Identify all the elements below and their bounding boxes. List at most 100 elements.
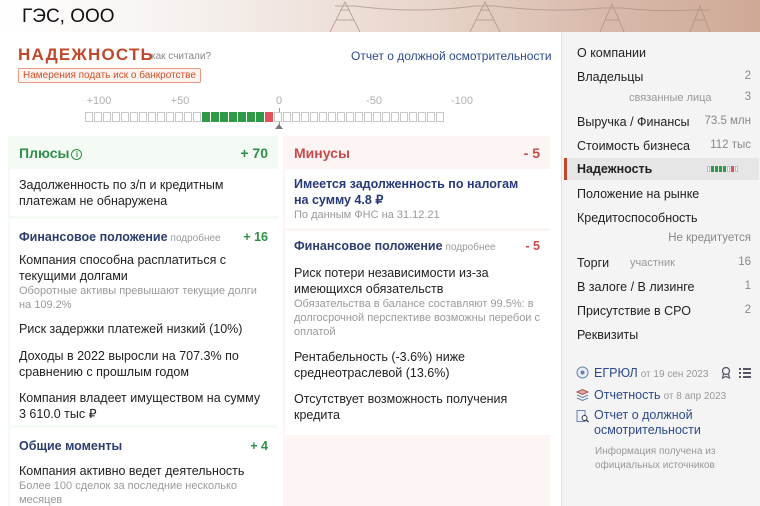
sidebar-item-owners[interactable]: Владельцы	[577, 70, 643, 84]
source-note: Информация получена из официальных источ…	[595, 446, 716, 471]
list-item: Рентабельность (-3.6%) ниже среднеотрасл…	[294, 350, 466, 380]
document-search-icon	[576, 410, 589, 423]
scale-segment	[328, 112, 336, 122]
tenders-role: участник	[630, 257, 675, 269]
list-item: Компания активно ведет деятельность Боле…	[19, 463, 264, 506]
sidebar-item-credit[interactable]: Кредитоспособность	[577, 211, 698, 225]
scale-segment	[220, 112, 228, 122]
item-text: Риск потери независимости из-за имеющихс…	[294, 266, 489, 296]
scale-segment	[409, 112, 417, 122]
sidebar-item-business-value[interactable]: Стоимость бизнеса	[577, 139, 690, 153]
scale-segment	[283, 112, 291, 122]
item-subtext: Более 100 сделок за последние несколько …	[19, 480, 238, 506]
cons-title: Минусы	[294, 145, 350, 161]
sidebar-item-revenue[interactable]: Выручка / Финансы	[577, 115, 690, 129]
main-content: НАДЕЖНОСТЬ как считали? Отчет о должной …	[0, 32, 561, 506]
pros-column: Плюсы i + 70 Задолженность по з/п и креди…	[8, 136, 278, 506]
scale-segment	[391, 112, 399, 122]
item-text: Компания активно ведет деятельность	[19, 464, 245, 478]
scale-segment	[139, 112, 147, 122]
cons-financial-score: - 5	[525, 239, 540, 253]
due-diligence-report-link[interactable]: Отчет о должной осмотрительности	[351, 49, 552, 63]
sidebar-item-requisites[interactable]: Реквизиты	[577, 328, 638, 342]
sidebar-item-reliability[interactable]: Надежность	[577, 162, 652, 176]
cons-score: - 5	[523, 145, 540, 161]
pros-financial-score: + 16	[243, 230, 268, 244]
scale-segment	[292, 112, 300, 122]
tenders-count: 16	[738, 256, 751, 268]
bankruptcy-intent-badge: Намерения подать иск о банкротстве	[18, 68, 201, 83]
owners-count: 2	[744, 70, 751, 82]
scale-segment	[418, 112, 426, 122]
list-icon[interactable]	[739, 367, 751, 378]
sidebar: О компании Владельцы 2 связанные лица 3 …	[561, 32, 760, 506]
list-item: Доходы в 2022 выросли на 707.3% по сравн…	[19, 349, 239, 379]
scale-segment	[94, 112, 102, 122]
scale-segment	[436, 112, 444, 122]
sidebar-item-sro[interactable]: Присутствие в СРО	[577, 304, 691, 318]
sidebar-item-tenders[interactable]: Торги	[577, 256, 609, 270]
how-calculated-link[interactable]: как считали?	[151, 51, 211, 62]
scale-segment	[202, 112, 210, 122]
scale-segment	[346, 112, 354, 122]
pros-financial-card: Финансовое положение подробнее + 16 Компа…	[10, 219, 278, 425]
scale-label-plus50: +50	[170, 95, 190, 107]
scale-segment	[238, 112, 246, 122]
scale-label-minus100: -100	[450, 95, 474, 107]
pros-general-title: Общие моменты	[19, 439, 123, 453]
scale-segment	[184, 112, 192, 122]
pros-score: + 70	[240, 145, 268, 161]
item-text: Компания способна расплатиться с текущим…	[19, 253, 227, 283]
award-icon[interactable]	[720, 366, 732, 379]
reports-link[interactable]: Отчетность от 8 апр 2023	[576, 388, 726, 402]
pros-top-card: Задолженность по з/п и кредитным платежа…	[10, 169, 278, 216]
scale-segment	[85, 112, 93, 122]
egrul-icon	[576, 366, 589, 379]
due-diligence-label: Отчет о должной осмотрительности	[594, 408, 701, 437]
egrul-date: от 19 сен 2023	[640, 369, 709, 380]
scale-segment	[319, 112, 327, 122]
scale-segment	[211, 112, 219, 122]
sidebar-item-related[interactable]: связанные лица	[629, 92, 712, 104]
reliability-title: НАДЕЖНОСТЬ	[18, 45, 154, 64]
scale-label-zero: 0	[275, 95, 283, 107]
sidebar-item-market[interactable]: Положение на рынке	[577, 187, 699, 201]
list-item: Риск потери независимости из-за имеющихс…	[294, 265, 542, 339]
info-icon[interactable]: i	[71, 149, 83, 160]
reports-stack-icon	[576, 388, 589, 401]
egrul-link[interactable]: ЕГРЮЛ от 19 сен 2023	[576, 366, 708, 380]
cons-column: Минусы - 5 Имеется задолженность по нало…	[283, 136, 550, 506]
list-item: Компания способна расплатиться с текущим…	[19, 252, 264, 312]
company-name: ГЭС, ООО	[22, 6, 115, 27]
item-subtext: По данным ФНС на 31.12.21	[294, 209, 440, 221]
cons-financial-title: Финансовое положение	[294, 239, 443, 253]
scale-segment	[148, 112, 156, 122]
pledge-count: 1	[744, 280, 751, 292]
scale-segment	[112, 112, 120, 122]
sidebar-item-about[interactable]: О компании	[577, 46, 646, 60]
item-subtext: Оборотные активы превышают текущие долги…	[19, 285, 257, 311]
scale-segment	[274, 112, 282, 122]
scale-segment	[166, 112, 174, 122]
pros-financial-more-link[interactable]: подробнее	[171, 233, 221, 244]
scale-segment	[193, 112, 201, 122]
tax-debt-link[interactable]: Имеется задолженность по налогам на сумм…	[294, 176, 534, 222]
list-item: Риск задержки платежей низкий (10%)	[19, 322, 243, 336]
pros-title: Плюсы	[19, 145, 70, 161]
scale-segment	[247, 112, 255, 122]
scale-segment	[175, 112, 183, 122]
reliability-mini-bar	[707, 166, 738, 172]
scale-segment	[301, 112, 309, 122]
cons-financial-more-link[interactable]: подробнее	[446, 242, 496, 253]
item-subtext: Обязательства в балансе составляют 99.5%…	[294, 298, 541, 338]
sidebar-item-pledge[interactable]: В залоге / В лизинге	[577, 280, 694, 294]
pros-general-score: + 4	[250, 439, 268, 453]
business-value-value: 112 тыс	[710, 139, 751, 151]
scale-label-minus50: -50	[366, 95, 382, 107]
related-count: 3	[744, 91, 751, 103]
scale-segment	[373, 112, 381, 122]
scale-segment	[400, 112, 408, 122]
pros-general-card: Общие моменты + 4 Компания активно ведет…	[10, 428, 278, 506]
due-diligence-sidebar-link[interactable]: Отчет о должной осмотрительности	[576, 408, 746, 438]
item-text: Имеется задолженность по налогам на сумм…	[294, 177, 519, 207]
